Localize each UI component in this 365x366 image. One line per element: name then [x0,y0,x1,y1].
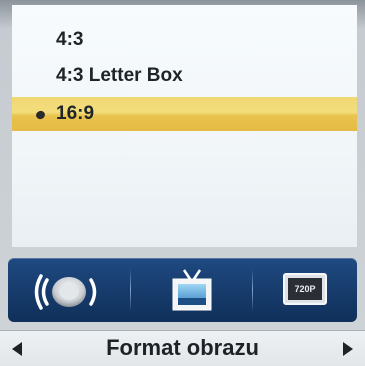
resolution-button[interactable]: 720P [254,258,357,322]
option-label: 16:9 [56,103,95,124]
icon-bar: 720P [8,258,357,322]
icon-divider [252,268,253,312]
option-4-3[interactable]: 4:3 [12,23,357,57]
720p-label: 720P [294,284,316,294]
icon-divider [130,268,131,312]
option-16-9-selected[interactable]: 16:9 [12,97,357,131]
tv-picture-icon [172,269,212,311]
option-label: 4:3 Letter Box [56,65,183,86]
page-title: Format obrazu [106,335,259,360]
selected-bullet-icon [34,109,47,121]
aspect-ratio-menu: 4:3 4:3 Letter Box 16:9 [12,5,357,247]
sound-icon [34,274,97,310]
option-4-3-letter-box[interactable]: 4:3 Letter Box [12,59,357,93]
option-label: 4:3 [56,29,84,50]
tv-menu-screen: 4:3 4:3 Letter Box 16:9 720P Format obra… [0,0,365,366]
picture-button[interactable] [132,258,250,322]
sound-button[interactable] [8,258,128,322]
right-arrow-icon[interactable] [343,342,353,356]
footer-bar: Format obrazu [0,330,365,366]
